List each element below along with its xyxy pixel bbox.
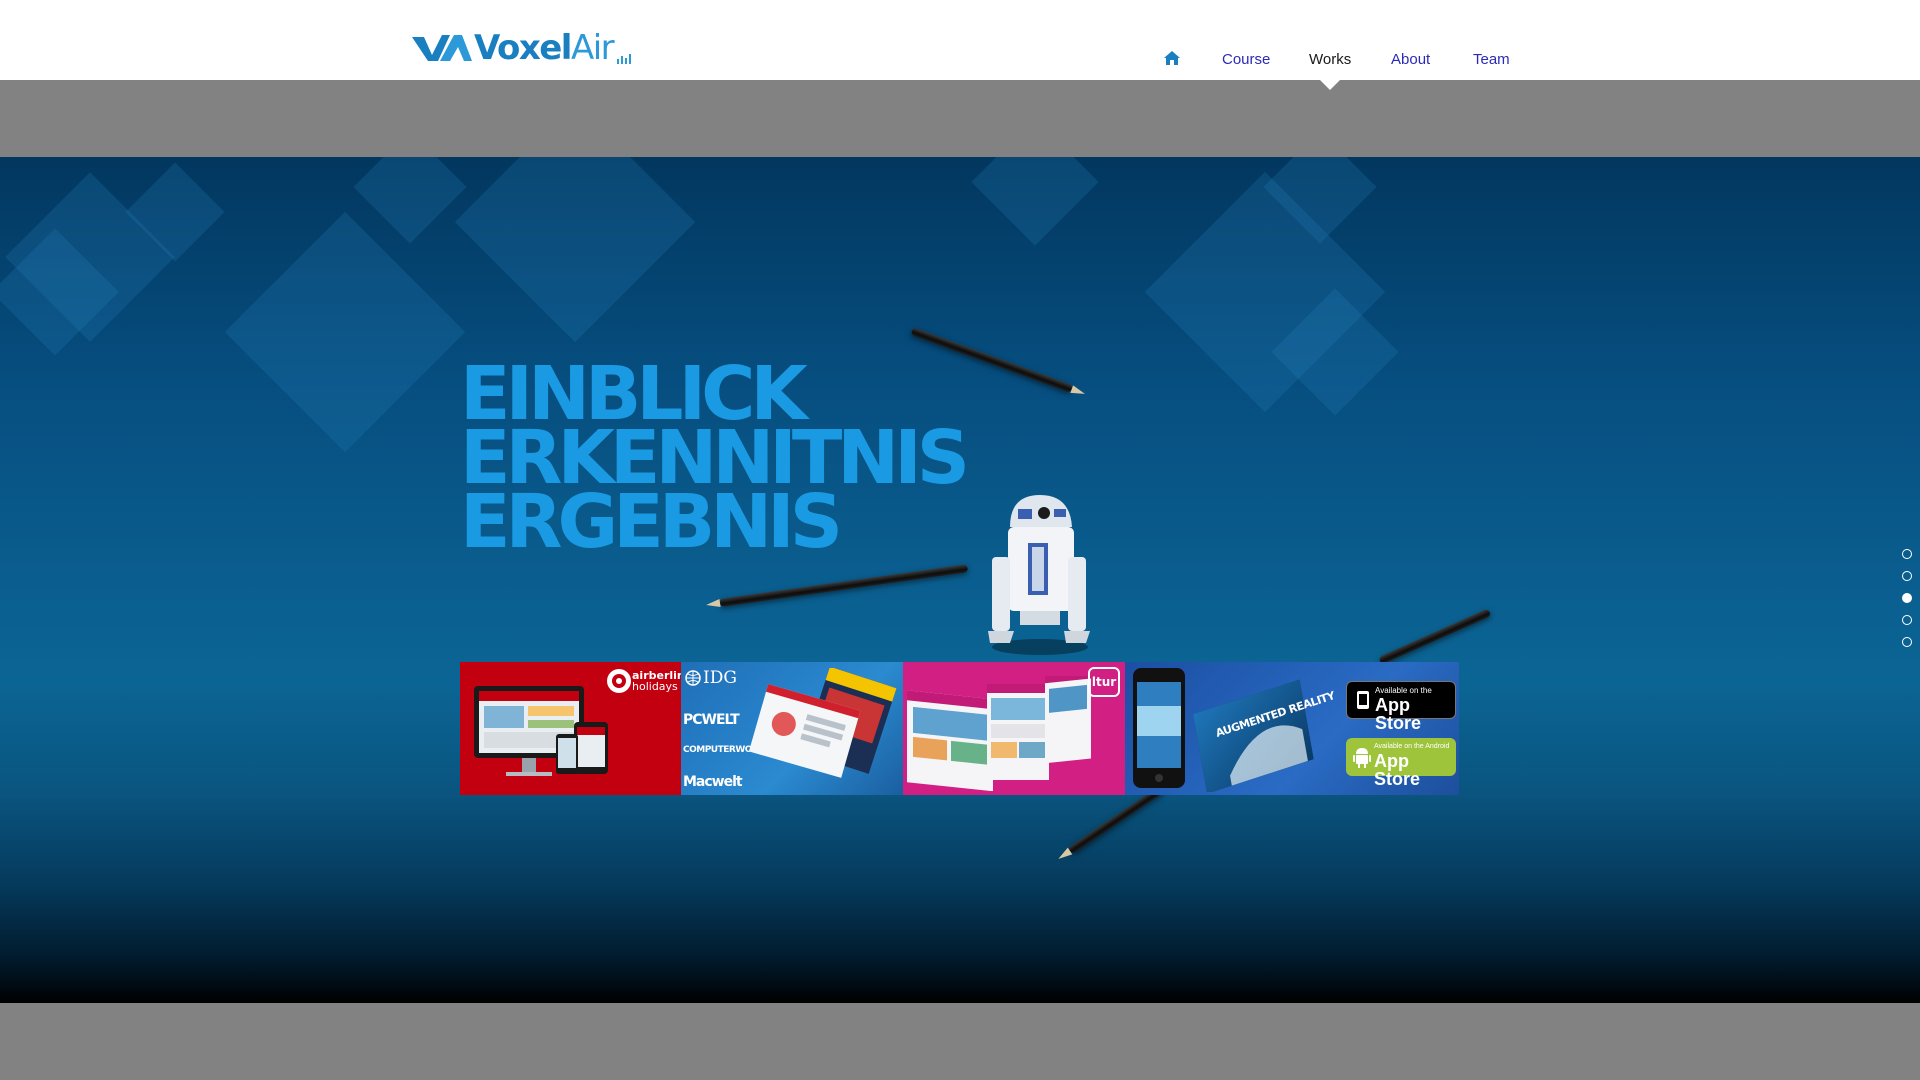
decor-diamond <box>454 157 696 343</box>
airberlin-logo-icon <box>607 669 631 693</box>
hero-headline: EINBLICK ERKENNITNIS ERGEBNIS <box>460 357 970 559</box>
home-icon[interactable] <box>1163 50 1181 66</box>
pager-dot-3[interactable] <box>1902 593 1912 603</box>
work-tile-airberlin[interactable]: airberlin holidays <box>460 662 681 795</box>
airberlin-brand-line-2: holidays <box>632 680 678 693</box>
pencil-bottom <box>1056 786 1164 863</box>
active-nav-indicator <box>1320 80 1340 90</box>
work-tile-travel[interactable]: ltur <box>903 662 1125 795</box>
idg-globe-icon <box>685 670 701 686</box>
decor-diamond <box>224 211 466 453</box>
pencil-right <box>1378 608 1492 665</box>
logo-bars-icon <box>617 54 632 64</box>
nav-item-team[interactable]: Team <box>1473 48 1510 72</box>
logo-text: VoxelAir <box>474 28 615 68</box>
airberlin-brand: airberlin holidays <box>632 670 681 692</box>
app-store-badge-label: App Store <box>1375 695 1422 733</box>
works-gallery: airberlin holidays IDG PCWELT COMPUTERWO… <box>460 662 1459 795</box>
site-header: VoxelAir Course Works About Team <box>0 0 1920 80</box>
logo-word-voxel: Voxel <box>474 28 572 68</box>
logo-word-air: Air <box>570 28 615 68</box>
android-badge-label: App Store <box>1374 751 1421 789</box>
idg-title-pcwelt: PCWELT <box>683 712 740 728</box>
logo-mark-icon <box>412 35 472 61</box>
pager-dot-5[interactable] <box>1902 637 1912 647</box>
android-icon <box>1353 748 1371 768</box>
pager-dot-4[interactable] <box>1902 615 1912 625</box>
pencil-middle <box>705 564 969 609</box>
app-store-badge[interactable]: Available on the App Store <box>1346 681 1456 732</box>
nav-item-works[interactable]: Works <box>1309 48 1351 72</box>
smartphone-mockup-icon <box>1133 668 1185 788</box>
idg-title-macwelt: Macwelt <box>683 774 743 790</box>
travel-brand: ltur <box>1088 667 1120 697</box>
pager-dot-1[interactable] <box>1902 549 1912 559</box>
robot-illustration <box>988 495 1090 655</box>
hero-section: EINBLICK ERKENNITNIS ERGEBNIS airberlin … <box>0 157 1920 1003</box>
decor-diamond <box>971 157 1099 246</box>
nav-item-course[interactable]: Course <box>1222 48 1270 72</box>
website-screens-mockup-icon <box>907 676 1091 791</box>
nav-item-about[interactable]: About <box>1391 48 1430 72</box>
devices-mockup-icon <box>474 686 608 776</box>
top-gray-band <box>0 80 1920 157</box>
magazine-mockup-icon <box>748 668 897 778</box>
pager-dot-2[interactable] <box>1902 571 1912 581</box>
apple-icon <box>1357 691 1369 709</box>
idg-brand: IDG <box>703 668 737 688</box>
section-pager <box>1902 549 1914 659</box>
book-mockup-icon <box>1193 679 1314 792</box>
work-tile-idg[interactable]: IDG PCWELT COMPUTERWOCHE Macwelt <box>681 662 903 795</box>
decor-diamond <box>353 157 467 244</box>
android-app-store-badge[interactable]: Available on the Android App Store <box>1346 738 1456 788</box>
work-tile-augmented-reality[interactable]: AUGMENTED REALITY Available on the App S… <box>1125 662 1459 795</box>
voxelair-logo[interactable]: VoxelAir <box>410 28 632 68</box>
bottom-gray-band <box>0 1003 1920 1080</box>
